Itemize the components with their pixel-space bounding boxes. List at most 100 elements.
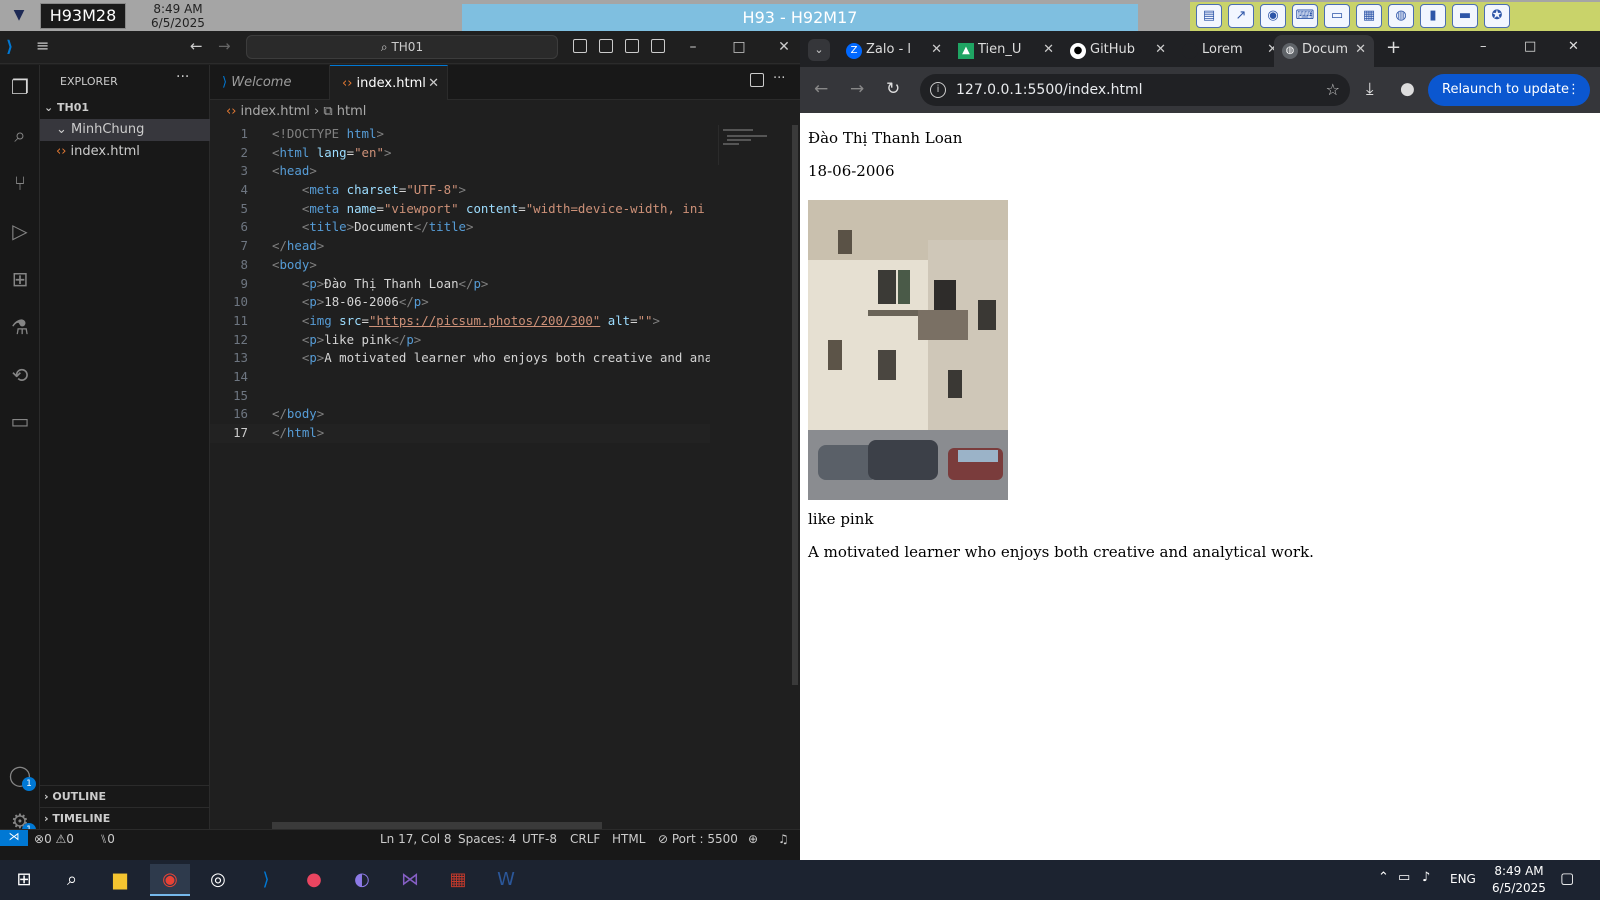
close-icon[interactable]: ✕ [1568, 39, 1579, 54]
relaunch-button[interactable]: Relaunch to update ⋮ [1428, 74, 1590, 106]
system-clock[interactable]: 8:49 AM 6/5/2025 [1484, 863, 1554, 897]
toggle-secondary-sidebar-icon[interactable] [625, 39, 639, 53]
encoding[interactable]: UTF-8 [522, 832, 557, 846]
minimap[interactable] [718, 125, 778, 165]
language-mode[interactable]: HTML [612, 832, 645, 846]
chart-icon[interactable]: ↗ [1228, 4, 1254, 28]
indentation[interactable]: Spaces: 4 [458, 832, 516, 846]
windows-start-icon[interactable]: ⊞ [4, 864, 44, 896]
notifications-bell-icon[interactable]: ♫ [778, 832, 789, 846]
dropdown-arrow-icon[interactable]: ▼ [10, 4, 28, 26]
bookmark-star-icon[interactable]: ☆ [1326, 74, 1340, 106]
forward-arrow-icon[interactable]: → [850, 79, 864, 99]
visual-studio-taskbar-icon[interactable]: ⋈ [390, 864, 430, 896]
testing-icon[interactable]: ⚗ [4, 311, 36, 343]
outline-section[interactable]: › OUTLINE [40, 785, 210, 807]
minimize-icon[interactable]: – [682, 37, 704, 57]
globe-icon[interactable]: ◍ [1388, 4, 1414, 28]
window-icon[interactable]: ▦ [1356, 4, 1382, 28]
breadcrumb-node[interactable]: html [337, 104, 367, 119]
live-server-port[interactable]: ⊘ Port : 5500 [658, 832, 738, 846]
forward-arrow-icon[interactable]: → [218, 37, 231, 55]
source-control-icon[interactable]: ⑂ [4, 167, 36, 199]
accounts-icon[interactable]: ◯ 1 [4, 759, 36, 791]
split-editor-icon[interactable] [750, 73, 764, 87]
search-icon[interactable]: ⌕ [4, 119, 36, 151]
more-actions-icon[interactable]: ··· [773, 71, 785, 86]
remote-explorer-icon[interactable]: ⟲ [4, 359, 36, 391]
notifications-icon[interactable]: ▢ [1560, 869, 1574, 887]
run-debug-icon[interactable]: ▷ [4, 215, 36, 247]
close-tab-icon[interactable]: ✕ [1043, 35, 1054, 65]
line-ending[interactable]: CRLF [570, 832, 600, 846]
maximize-icon[interactable]: □ [728, 37, 750, 57]
reload-icon[interactable]: ↻ [886, 79, 900, 99]
ports-indicator[interactable]: ⑊0 [100, 832, 115, 846]
tab-welcome[interactable]: ⟩ Welcome [210, 65, 330, 100]
problems-indicator[interactable]: ⊗0 ⚠0 [34, 832, 74, 846]
volume-icon[interactable]: ♪ [1422, 870, 1430, 885]
book-icon[interactable]: ▮ [1420, 4, 1446, 28]
word-taskbar-icon[interactable]: W [486, 864, 526, 896]
tab-index-html[interactable]: ‹› index.html ✕ [330, 65, 448, 100]
timeline-section[interactable]: › TIMELINE [40, 807, 210, 829]
back-arrow-icon[interactable]: ← [814, 79, 828, 99]
message-icon[interactable]: ▬ [1452, 4, 1478, 28]
disc-icon[interactable]: ◉ [1260, 4, 1286, 28]
browser-tab[interactable]: ▲ Tien_U ✕ [950, 35, 1062, 67]
profile-icon[interactable]: ● [1400, 79, 1415, 99]
language-indicator[interactable]: ENG [1450, 872, 1476, 886]
close-tab-icon[interactable]: ✕ [428, 66, 439, 101]
toggle-sidebar-icon[interactable] [573, 39, 587, 53]
copilot-icon[interactable]: ⊕ [748, 832, 758, 846]
browser-tab[interactable]: Lorem ✕ [1174, 35, 1286, 67]
workspace-root[interactable]: ⌄ TH01 [40, 97, 210, 119]
address-bar[interactable]: i 127.0.0.1:5500/index.html ☆ [920, 74, 1350, 106]
new-tab-icon[interactable]: + [1386, 37, 1401, 58]
app-taskbar-icon[interactable]: ● [294, 864, 334, 896]
back-arrow-icon[interactable]: ← [190, 37, 203, 55]
download-icon[interactable]: ⤓ [1366, 79, 1374, 99]
eclipse-taskbar-icon[interactable]: ◐ [342, 864, 382, 896]
vscode-taskbar-icon[interactable]: ⟩ [246, 864, 286, 896]
code-editor[interactable]: 1 <!DOCTYPE html> 2 <html lang="en"> 3 <hea… [210, 125, 710, 443]
close-tab-icon[interactable]: ✕ [931, 35, 942, 65]
zalo-taskbar-icon[interactable]: ◎ [198, 864, 238, 896]
file-index-html[interactable]: ‹› index.html [40, 141, 210, 163]
minimize-icon[interactable]: – [1480, 39, 1487, 54]
archive-taskbar-icon[interactable]: ▦ [438, 864, 478, 896]
more-actions-icon[interactable]: ··· [176, 69, 189, 85]
extensions-icon[interactable]: ⊞ [4, 263, 36, 295]
tab-search-icon[interactable]: ⌄ [808, 39, 830, 61]
chevron-up-icon[interactable]: ⌃ [1378, 870, 1389, 885]
remote-indicator-icon[interactable]: ⋊ [0, 830, 28, 846]
network-icon[interactable]: ▭ [1398, 870, 1410, 885]
breadcrumb-file[interactable]: index.html [241, 104, 310, 119]
document-icon[interactable]: ▤ [1196, 4, 1222, 28]
chat-icon[interactable]: ▭ [4, 405, 36, 437]
command-search-box[interactable]: ⌕ TH01 [246, 35, 558, 59]
browser-tab-active[interactable]: ◍ Docum ✕ [1274, 35, 1374, 67]
customize-layout-icon[interactable] [651, 39, 665, 53]
vertical-scrollbar[interactable] [792, 125, 798, 685]
browser-tab[interactable]: ● GitHub ✕ [1062, 35, 1174, 67]
cursor-position[interactable]: Ln 17, Col 8 [380, 832, 452, 846]
close-tab-icon[interactable]: ✕ [1355, 35, 1366, 65]
chrome-taskbar-icon[interactable]: ◉ [150, 864, 190, 896]
toggle-panel-icon[interactable] [599, 39, 613, 53]
explorer-icon[interactable]: ❐ [4, 71, 36, 103]
search-icon[interactable]: ⌕ [52, 864, 92, 896]
site-info-icon[interactable]: i [930, 82, 946, 98]
folder-minhchung[interactable]: ⌄ MinhChung [40, 119, 210, 141]
close-tab-icon[interactable]: ✕ [1155, 35, 1166, 65]
keyboard-icon[interactable]: ⌨ [1292, 4, 1318, 28]
menu-icon[interactable]: ≡ [36, 36, 58, 58]
printer-icon[interactable]: ▭ [1324, 4, 1350, 28]
maximize-icon[interactable]: □ [1524, 39, 1536, 54]
more-menu-icon[interactable]: ⋮ [1567, 74, 1580, 106]
close-icon[interactable]: ✕ [773, 37, 795, 57]
file-explorer-icon[interactable]: ▆ [100, 864, 140, 896]
code-line: 7 </head> [210, 237, 710, 256]
browser-tab[interactable]: Z Zalo - l ✕ [838, 35, 950, 67]
lifebuoy-icon[interactable]: ✪ [1484, 4, 1510, 28]
